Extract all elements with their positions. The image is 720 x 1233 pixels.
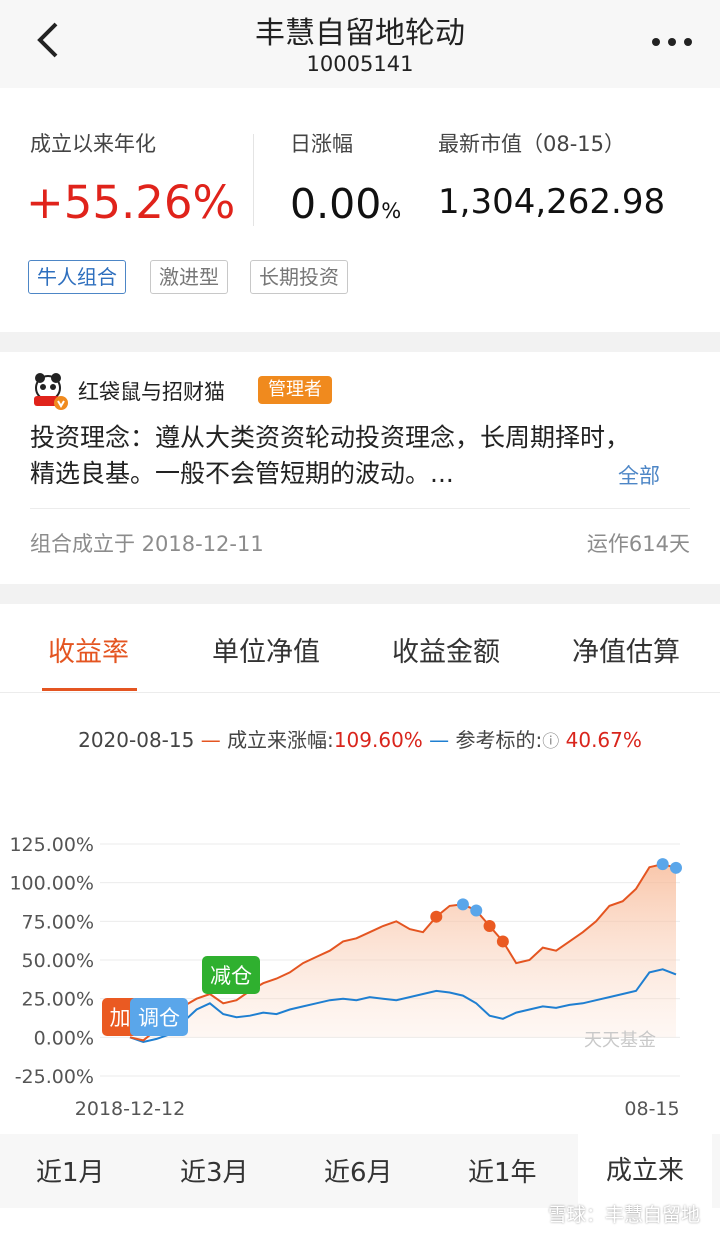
divider bbox=[253, 134, 254, 226]
daily-change-number: 0.00 bbox=[290, 180, 382, 228]
trade-marker-2[interactable]: 调仓 bbox=[130, 998, 188, 1036]
range-1y[interactable]: 近1年 bbox=[468, 1152, 537, 1189]
range-selector: 近1月 近3月 近6月 近1年 成立来 bbox=[0, 1134, 720, 1208]
range-6m[interactable]: 近6月 bbox=[324, 1152, 393, 1189]
tab-return-rate[interactable]: 收益率 bbox=[48, 630, 129, 669]
manager-badge: 管理者 bbox=[258, 376, 332, 404]
tab-return-amount[interactable]: 收益金额 bbox=[392, 630, 500, 669]
range-since-inception[interactable]: 成立来 bbox=[578, 1134, 713, 1208]
tag-long-term[interactable]: 长期投资 bbox=[250, 260, 348, 294]
range-3m[interactable]: 近3月 bbox=[180, 1152, 249, 1189]
annual-return-label: 成立以来年化 bbox=[30, 132, 156, 156]
trade-marker-label: 调仓 bbox=[138, 1006, 180, 1030]
legend-series1-label: 成立来涨幅: bbox=[227, 728, 334, 752]
trade-marker-dot[interactable] bbox=[470, 904, 483, 917]
trade-marker-dot[interactable] bbox=[656, 858, 669, 871]
divider bbox=[0, 692, 720, 693]
chart-watermark: 天天基金 bbox=[584, 1030, 656, 1051]
idea-line-1: 投资理念：遵从大类资资轮动投资理念，长周期择时， bbox=[30, 423, 631, 452]
legend-series2-swatch: — bbox=[429, 728, 450, 752]
portfolio-code: 10005141 bbox=[306, 52, 414, 76]
tab-nav-estimate[interactable]: 净值估算 bbox=[572, 630, 680, 669]
tab-unit-nav[interactable]: 单位净值 bbox=[212, 630, 320, 669]
legend-date: 2020-08-15 bbox=[78, 728, 195, 752]
trade-marker-dot[interactable] bbox=[670, 861, 682, 874]
legend-series2-value: 40.67% bbox=[565, 728, 642, 752]
daily-change-unit: % bbox=[381, 199, 402, 223]
market-value-label: 最新市值（08-15） bbox=[438, 132, 626, 156]
more-options-icon[interactable] bbox=[650, 32, 694, 52]
return-chart[interactable]: 125.00% 100.00% 75.00% 50.00% 25.00% 0.00% -25… bbox=[0, 804, 720, 1134]
market-value: 1,304,262.98 bbox=[438, 182, 666, 222]
series1-area bbox=[130, 864, 676, 1041]
y-tick-label: 50.00% bbox=[22, 950, 94, 972]
manager-avatar-icon[interactable] bbox=[30, 372, 70, 412]
trade-marker-dot[interactable] bbox=[430, 910, 443, 923]
trade-marker-label: 加 bbox=[110, 1006, 131, 1030]
trade-marker-label: 减仓 bbox=[210, 964, 252, 988]
manager-card: 红袋鼠与招财猫 管理者 投资理念：遵从大类资资轮动投资理念，长周期择时， 精选良… bbox=[0, 352, 720, 584]
chart-legend: 2020-08-15 — 成立来涨幅:109.60% — 参考标的:ⓘ 40.6… bbox=[0, 724, 720, 753]
y-tick-label: 25.00% bbox=[22, 989, 94, 1011]
x-tick-label: 2018-12-12 bbox=[75, 1098, 185, 1120]
legend-series1-swatch: — bbox=[200, 728, 221, 752]
x-tick-label: 08-15 bbox=[624, 1098, 679, 1120]
summary-card: 成立以来年化 +55.26% 日涨幅 0.00% 最新市值（08-15） 1,3… bbox=[0, 88, 720, 332]
active-tab-indicator bbox=[42, 688, 137, 691]
divider bbox=[30, 508, 690, 509]
daily-change-label: 日涨幅 bbox=[290, 132, 353, 156]
idea-line-2: 精选良基。一般不会管短期的波动。... bbox=[30, 459, 454, 488]
annual-return-value: +55.26% bbox=[26, 176, 236, 229]
expand-all-link[interactable]: 全部 bbox=[618, 460, 660, 490]
running-days: 运作614天 bbox=[586, 532, 690, 556]
trade-marker-dot[interactable] bbox=[456, 898, 469, 911]
page-title: 丰慧自留地轮动 bbox=[255, 16, 465, 51]
trade-marker-3[interactable]: 减仓 bbox=[202, 956, 260, 994]
tag-aggressive[interactable]: 激进型 bbox=[150, 260, 228, 294]
investment-idea: 投资理念：遵从大类资资轮动投资理念，长周期择时， 精选良基。一般不会管短期的波动… bbox=[30, 420, 690, 492]
info-icon[interactable]: ⓘ bbox=[542, 732, 559, 752]
y-tick-label: 100.00% bbox=[9, 873, 94, 895]
y-tick-label: -25.00% bbox=[15, 1066, 94, 1088]
founded-date: 组合成立于 2018-12-11 bbox=[30, 532, 264, 556]
trade-marker-dot[interactable] bbox=[496, 935, 509, 948]
nav-header: 丰慧自留地轮动 10005141 bbox=[0, 0, 720, 88]
y-tick-label: 75.00% bbox=[22, 911, 94, 933]
range-1m[interactable]: 近1月 bbox=[36, 1152, 105, 1189]
daily-change-value: 0.00% bbox=[290, 180, 401, 228]
y-tick-label: 0.00% bbox=[34, 1027, 94, 1049]
trade-marker-dot[interactable] bbox=[483, 919, 496, 932]
tag-bull-portfolio[interactable]: 牛人组合 bbox=[28, 260, 126, 294]
y-tick-label: 125.00% bbox=[9, 834, 94, 856]
chart-card: 收益率 单位净值 收益金额 净值估算 2020-08-15 — 成立来涨幅:10… bbox=[0, 604, 720, 1233]
manager-name[interactable]: 红袋鼠与招财猫 bbox=[78, 376, 225, 406]
legend-series2-label: 参考标的: bbox=[455, 728, 543, 752]
xueqiu-watermark: 雪球：丰慧自留地 bbox=[547, 1204, 700, 1226]
legend-series1-value: 109.60% bbox=[333, 728, 423, 752]
